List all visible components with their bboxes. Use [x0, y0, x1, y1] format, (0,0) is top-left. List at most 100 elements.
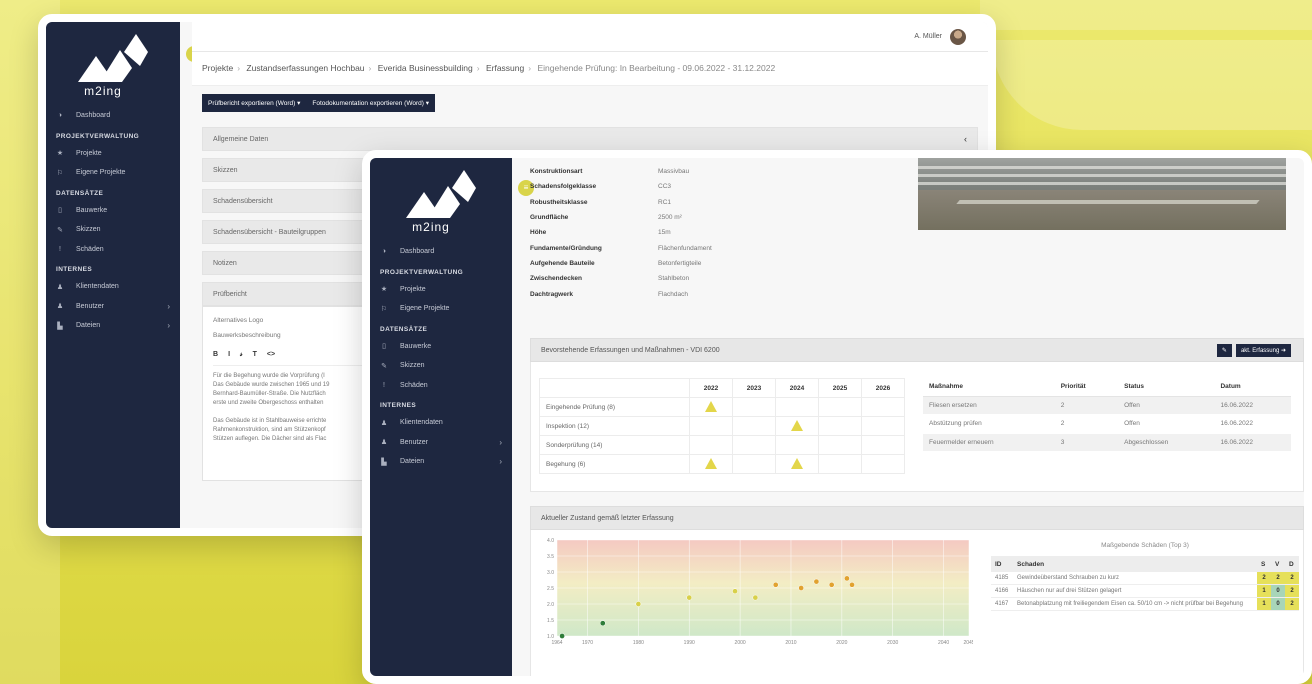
data-point: [686, 594, 693, 601]
logo-text: m2ing: [84, 84, 122, 98]
logo[interactable]: m2ing: [370, 158, 512, 234]
table-cell: 2: [1271, 572, 1285, 585]
sidebar-item-damages[interactable]: ! Schäden: [370, 376, 512, 396]
sidebar-item-sketches[interactable]: ✎ Skizzen: [370, 356, 512, 376]
current-inspection-button[interactable]: akt. Erfassung ➜: [1235, 344, 1291, 357]
person-icon: ♟: [56, 283, 64, 291]
table-cell: [775, 397, 819, 417]
table-row[interactable]: 4167 Betonabplatzung mit freiliegendem E…: [991, 597, 1299, 611]
table-cell: [732, 435, 776, 455]
sidebar: m2ing ◑ Dashboard PROJEKTVERWALTUNG ★ Proj…: [46, 22, 180, 528]
chart-x-ticks: 1964 1970 1980 1990 2000 2010 2020 2030 2040 2045: [551, 640, 974, 646]
table-row[interactable]: Fliesen ersetzen 2 Offen 16.06.2022: [923, 396, 1291, 415]
sidebar-item-dashboard[interactable]: ◑ Dashboard: [46, 106, 180, 126]
sidebar-item-label: Benutzer: [76, 302, 105, 310]
nav-section-internal: INTERNES: [380, 402, 417, 409]
table-row[interactable]: 4185 Gewindeüberstand Schrauben zu kurz …: [991, 572, 1299, 585]
property-key: Zwischendecken: [530, 275, 583, 283]
data-point: [599, 620, 606, 627]
sidebar-item-projects[interactable]: ★ Projekte: [370, 280, 512, 300]
bold-button[interactable]: B: [213, 351, 218, 359]
link-button[interactable]: 𝓈: [240, 351, 243, 359]
sidebar: m2ing ◑ Dashboard PROJEKTVERWALTUNG ★ Proj…: [370, 158, 512, 676]
sidebar-item-label: Schäden: [76, 245, 104, 253]
italic-button[interactable]: I: [228, 351, 230, 359]
nav-section-projects: PROJEKTVERWALTUNG: [380, 268, 464, 276]
x-tick-label: 1980: [633, 640, 644, 646]
breadcrumb: Projekte › Zustandserfassungen Hochbau › E…: [192, 52, 988, 86]
format-button[interactable]: T: [253, 351, 257, 359]
breadcrumb-link[interactable]: Projekte: [202, 63, 233, 73]
table-header: D: [1285, 556, 1299, 572]
condition-chart: 1.0 1.5 2.0 2.5 3.0 3.5 4.0 1964 1970 1980 1990 20…: [543, 538, 975, 648]
property-value: CC3: [658, 183, 672, 191]
sidebar-item-buildings[interactable]: ▯ Bauwerke: [46, 201, 180, 221]
sidebar-item-client-data[interactable]: ♟ Klientendaten: [46, 277, 180, 297]
chevron-left-icon[interactable]: ‹: [964, 134, 967, 144]
sidebar-item-files[interactable]: ▙ Dateien ›: [46, 316, 180, 336]
sidebar-item-projects[interactable]: ★ Projekte: [46, 144, 180, 164]
property-value: Massivbau: [658, 168, 690, 176]
table-header: S: [1257, 556, 1271, 572]
data-point: [732, 588, 738, 595]
sidebar-item-sketches[interactable]: ✎ Skizzen: [46, 220, 180, 240]
property-row: Fundamente/Gründung Flächenfundament: [530, 240, 910, 255]
breadcrumb-link[interactable]: Erfassung: [486, 63, 524, 73]
sidebar-nav: ◑ Dashboard PROJEKTVERWALTUNG ★ Projekte ⚐…: [46, 106, 180, 336]
table-cell: [732, 416, 776, 436]
table-row[interactable]: Abstützung prüfen 2 Offen 16.06.2022: [923, 414, 1291, 434]
building-icon: ▯: [382, 343, 386, 351]
table-row[interactable]: Feuermelder erneuern 3 Abgeschlossen 16.…: [923, 433, 1291, 452]
panel-title: Schadensübersicht - Bauteilgruppen: [213, 229, 326, 236]
table-cell: [861, 397, 905, 417]
data-point: [828, 581, 835, 588]
background-decoration: [980, 0, 1312, 30]
breadcrumb-link[interactable]: Everida Businessbuilding: [378, 63, 473, 73]
sidebar-item-own-projects[interactable]: ⚐ Eigene Projekte: [46, 163, 180, 183]
property-key: Grundfläche: [530, 214, 569, 222]
x-tick-label: 2010: [785, 640, 796, 646]
sidebar-item-users[interactable]: ♟ Benutzer ›: [46, 297, 180, 317]
sidebar-item-label: Bauwerke: [76, 206, 108, 214]
exclamation-icon: !: [383, 381, 385, 389]
table-cell: Gewindeüberstand Schrauben zu kurz: [1013, 572, 1257, 585]
editor-text[interactable]: Für die Begehung wurde die Vorprüfung (I…: [213, 372, 363, 444]
sidebar-item-damages[interactable]: ! Schäden: [46, 240, 180, 260]
condition-chart-svg: 1.01.52.02.53.03.54.0 1964 1970 1980 1990 20…: [547, 538, 975, 646]
damages-table: ID Schaden S V D 4185 Gewindeüberstand S…: [991, 556, 1299, 611]
building-photo[interactable]: [918, 158, 1286, 230]
sidebar-item-buildings[interactable]: ▯ Bauwerke: [370, 337, 512, 357]
chevron-right-icon: ›: [167, 321, 170, 331]
table-cell: 4185: [991, 572, 1013, 585]
table-header: ID: [991, 556, 1013, 572]
table-header: 2024: [775, 378, 819, 398]
property-key: Aufgehende Bauteile: [530, 259, 595, 267]
export-report-button[interactable]: Prüfbericht exportieren (Word) ▾: [202, 94, 307, 112]
user-name[interactable]: A. Müller: [914, 33, 942, 40]
table-cell: Feuermelder erneuern: [923, 433, 1055, 452]
sidebar-item-label: Skizzen: [76, 226, 101, 234]
panel-general-data[interactable]: Allgemeine Daten ‹: [202, 127, 978, 151]
table-cell: 2: [1054, 396, 1119, 415]
table-row[interactable]: 4166 Häuschen nur auf drei Stützen gelag…: [991, 584, 1299, 598]
code-button[interactable]: <>: [267, 351, 275, 359]
export-photo-button[interactable]: Fotodokumentation exportieren (Word) ▾: [306, 94, 435, 112]
section-title: Aktueller Zustand gemäß letzter Erfassun…: [541, 515, 674, 522]
table-cell: [689, 397, 733, 417]
avatar[interactable]: [950, 28, 966, 45]
property-value: Stahlbeton: [658, 275, 690, 283]
breadcrumb-link[interactable]: Zustandserfassungen Hochbau: [246, 63, 364, 73]
sidebar-item-own-projects[interactable]: ⚐ Eigene Projekte: [370, 299, 512, 319]
table-header: Status: [1118, 378, 1215, 397]
logo[interactable]: m2ing: [46, 22, 180, 98]
sidebar-item-dashboard[interactable]: ◑ Dashboard: [370, 242, 512, 262]
sidebar-nav: ◑ Dashboard PROJEKTVERWALTUNG ★ Projekte ⚐…: [370, 242, 512, 472]
editor-line: Stützen auflegen. Die Dächer sind als Fl…: [213, 436, 327, 442]
sidebar-item-files[interactable]: ▙ Dateien ›: [370, 452, 512, 472]
sidebar-item-client-data[interactable]: ♟ Klientendaten: [370, 413, 512, 433]
panel-title: Notizen: [213, 260, 237, 267]
edit-icon[interactable]: ✎: [1216, 344, 1232, 357]
table-row: Inspektion (12): [539, 416, 905, 436]
sidebar-item-users[interactable]: ♟ Benutzer ›: [370, 433, 512, 453]
main-content: Konstruktionsart Massivbau Schadensfolgek…: [520, 158, 1304, 676]
